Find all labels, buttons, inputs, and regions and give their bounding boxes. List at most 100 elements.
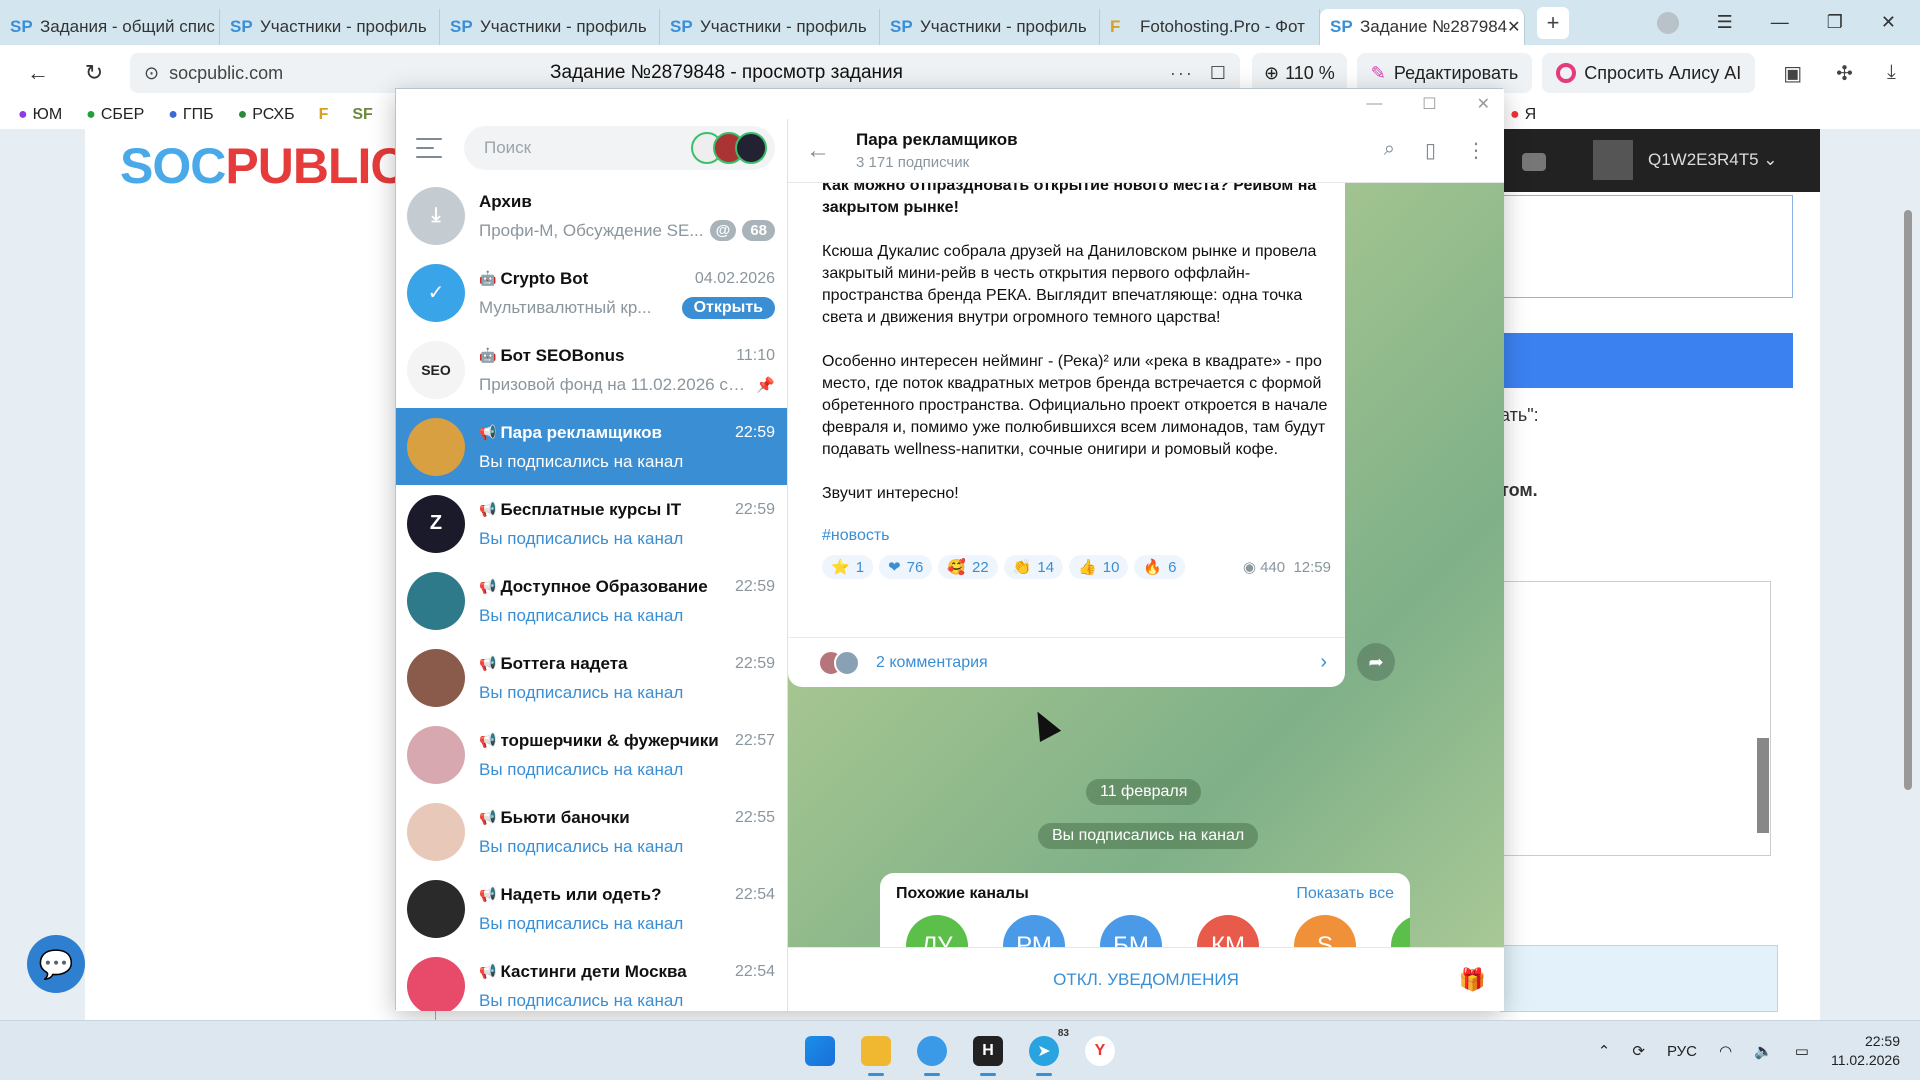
back-arrow-icon[interactable]: ← xyxy=(806,137,830,165)
puzzle-icon[interactable]: ✣ xyxy=(1836,61,1853,86)
bookmark-item[interactable]: ● ГПБ xyxy=(168,106,213,124)
support-chat-button[interactable]: 💬 xyxy=(27,935,85,993)
chat-list-item[interactable]: 📢 торшерчики & фужерчики 22:57 Вы подписали… xyxy=(396,716,787,793)
browser-tab[interactable]: SP Участники - профиль xyxy=(440,8,660,45)
reaction-chip[interactable]: 🥰 22 xyxy=(938,555,998,579)
similar-channel[interactable]: РМ👤 126.2KРусский маркети... xyxy=(993,915,1075,947)
profile-icon[interactable] xyxy=(1656,11,1679,34)
chat-list-item[interactable]: 📢 Бьюти баночки 22:55 Вы подписались на кан… xyxy=(396,793,787,870)
page-scrollbar[interactable] xyxy=(1904,210,1912,790)
back-icon[interactable]: ← xyxy=(18,60,58,86)
channel-title-block[interactable]: Пара рекламщиков 3 171 подписчик xyxy=(856,130,1018,171)
similar-channel[interactable]: ЛУ👤 159.7Kлидер мнений... xyxy=(896,915,978,947)
bookmark-item[interactable]: ● ЮМ xyxy=(18,106,62,124)
more-icon[interactable]: ··· xyxy=(1170,63,1194,84)
bookmark-item[interactable]: F xyxy=(319,106,329,124)
chevron-up-icon[interactable]: ⌃ xyxy=(1598,1042,1611,1060)
reaction-chip[interactable]: ⭐ 1 xyxy=(822,555,874,579)
comments-button[interactable]: 2 комментария › xyxy=(788,637,1345,687)
sync-icon[interactable]: ⟳ xyxy=(1632,1042,1645,1060)
hashtag-link[interactable]: #новость xyxy=(822,527,1331,545)
start-icon[interactable] xyxy=(805,1035,835,1066)
extension-icon[interactable]: ▣ xyxy=(1783,61,1802,86)
username[interactable]: Q1W2E3R4T5 ⌄ xyxy=(1648,150,1778,170)
browser-tab-active[interactable]: SP Задание №287984 ✕ xyxy=(1320,8,1525,45)
chat-list-item[interactable]: ✓ 🤖 Crypto Bot 04.02.2026 Мультивалютный кр.… xyxy=(396,254,787,331)
edit-button[interactable]: ✎ Редактировать xyxy=(1356,53,1533,93)
download-icon[interactable]: ⤓ xyxy=(1887,61,1896,86)
show-all-link[interactable]: Показать все xyxy=(1296,885,1394,903)
clock[interactable]: 22:59 11.02.2026 xyxy=(1831,1032,1900,1070)
close-icon[interactable]: ✕ xyxy=(1477,94,1490,114)
share-forward-button[interactable]: ➦ xyxy=(1357,643,1395,681)
chat-name: Боттега надета xyxy=(500,653,628,673)
language-indicator[interactable]: РУС xyxy=(1667,1043,1697,1060)
reaction-emoji-icon: ⭐ xyxy=(831,559,850,576)
browser-tab[interactable]: F Fotohosting.Pro - Фот xyxy=(1100,8,1320,45)
search-input[interactable]: Поиск xyxy=(464,126,775,170)
reaction-chip[interactable]: 👍 10 xyxy=(1069,555,1129,579)
report-textarea[interactable] xyxy=(1500,581,1771,856)
new-tab-button[interactable]: + xyxy=(1537,6,1569,39)
chat-avatar xyxy=(407,648,465,707)
reload-icon[interactable]: ↻ xyxy=(74,60,114,86)
avatar[interactable] xyxy=(1593,140,1633,180)
reaction-chip[interactable]: 👏 14 xyxy=(1003,555,1064,579)
gift-icon[interactable]: 🎁 xyxy=(1459,967,1486,993)
url-field[interactable]: ⊙ socpublic.com Задание №2879848 - просм… xyxy=(130,53,1240,93)
file-explorer-icon[interactable] xyxy=(861,1035,891,1066)
close-window-icon[interactable]: ✕ xyxy=(1881,12,1896,33)
messages-icon[interactable] xyxy=(1522,153,1546,171)
chat-preview: Вы подписались на канал xyxy=(479,451,684,471)
bookmark-icon[interactable]: ☐ xyxy=(1210,63,1226,84)
yandex-browser-icon[interactable]: Y xyxy=(1085,1035,1115,1066)
sidebar-toggle-icon[interactable]: ▯ xyxy=(1425,138,1436,163)
textarea-scrollbar[interactable] xyxy=(1757,738,1769,833)
chat-list-item[interactable]: 📢 Кастинги дети Москва 22:54 Вы подписались… xyxy=(396,947,787,1011)
browser-tab[interactable]: SP Участники - профиль xyxy=(660,8,880,45)
similar-channel[interactable]: КМ👤 189.7KКорнеев | Первый... xyxy=(1187,915,1269,947)
close-tab-icon[interactable]: ✕ xyxy=(1507,17,1520,37)
minimize-icon[interactable]: — xyxy=(1771,12,1789,33)
battery-icon[interactable]: ▭ xyxy=(1795,1042,1809,1060)
volume-icon[interactable]: 🔈 xyxy=(1754,1042,1773,1060)
similar-channel[interactable]: БМ👤 121.1KБоги маркети... xyxy=(1090,915,1172,947)
reaction-chip[interactable]: 🔥 6 xyxy=(1134,555,1186,579)
telegram-icon[interactable]: ➤ 83 xyxy=(1029,1027,1069,1066)
browser-icon[interactable] xyxy=(917,1035,947,1066)
chat-list-item[interactable]: ⤓ Архив Профи-М, Обсуждение SE... @68 xyxy=(396,177,787,254)
chat-list-item[interactable]: 📢 Пара рекламщиков 22:59 Вы подписались на … xyxy=(396,408,787,485)
browser-tab[interactable]: SP Участники - профиль xyxy=(880,8,1100,45)
reaction-chip[interactable]: ❤ 76 xyxy=(879,555,933,579)
chat-time: 22:59 xyxy=(734,577,775,595)
zoom-button[interactable]: ⊕ 110 % xyxy=(1252,53,1347,93)
mute-notifications-button[interactable]: ОТКЛ. УВЕДОМЛЕНИЯ xyxy=(1053,970,1239,990)
stories-avatars[interactable] xyxy=(691,132,767,164)
maximize-icon[interactable]: ☐ xyxy=(1422,94,1436,114)
browser-tab[interactable]: SP Задания - общий спис xyxy=(0,8,220,45)
alice-button[interactable]: Спросить Алису AI xyxy=(1542,53,1756,93)
similar-channel[interactable]: О👤 1олд ный xyxy=(1381,915,1410,947)
site-logo[interactable]: SOCPUBLIC xyxy=(120,137,406,195)
restore-icon[interactable]: ❐ xyxy=(1827,12,1843,33)
search-icon[interactable]: ⌕ xyxy=(1384,138,1395,163)
chat-list-item[interactable]: 📢 Доступное Образование 22:59 Вы подписалис… xyxy=(396,562,787,639)
bookmark-item[interactable]: ● СБЕР xyxy=(86,106,144,124)
chat-list-item[interactable]: 📢 Надеть или одеть? 22:54 Вы подписались на… xyxy=(396,870,787,947)
bookmark-item[interactable]: ● Я xyxy=(1510,106,1536,124)
bookmark-item[interactable]: ● РСХБ xyxy=(238,106,295,124)
menu-icon[interactable]: ☰ xyxy=(1717,12,1733,33)
app-h-icon[interactable]: H xyxy=(973,1035,1003,1066)
minimize-icon[interactable]: — xyxy=(1366,95,1382,113)
chat-list-item[interactable]: SEO 🤖 Бот SEOBonus 11:10 Призовой фонд на 11… xyxy=(396,331,787,408)
browser-tab[interactable]: SP Участники - профиль xyxy=(220,8,440,45)
chat-list-item[interactable]: 📢 Боттега надета 22:59 Вы подписались на ка… xyxy=(396,639,787,716)
similar-channel[interactable]: S👤 52.7KSostav xyxy=(1284,915,1366,947)
open-button[interactable]: Открыть xyxy=(681,296,775,319)
more-vertical-icon[interactable]: ⋮ xyxy=(1466,138,1486,163)
wifi-icon[interactable]: ◠ xyxy=(1719,1042,1732,1060)
bookmark-item[interactable]: SF xyxy=(352,106,372,124)
chat-list-item[interactable]: Z 📢 Бесплатные курсы IT 22:59 Вы подписались… xyxy=(396,485,787,562)
menu-icon[interactable] xyxy=(416,138,442,158)
site-info-icon[interactable]: ⊙ xyxy=(144,63,159,84)
